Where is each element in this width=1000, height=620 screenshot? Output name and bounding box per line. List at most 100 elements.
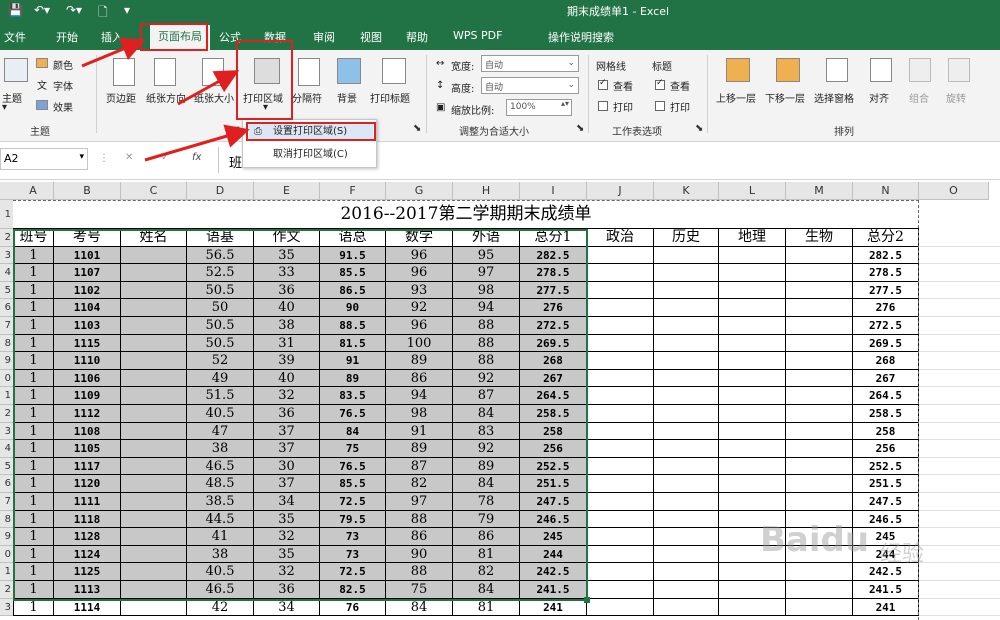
row-header[interactable]: 2 bbox=[0, 229, 13, 247]
table-cell[interactable]: 1120 bbox=[54, 475, 121, 493]
tab-6[interactable]: 审阅 bbox=[313, 29, 335, 45]
table-cell[interactable] bbox=[587, 563, 654, 581]
tab-9[interactable]: WPS PDF bbox=[453, 29, 502, 42]
table-cell[interactable]: 50.5 bbox=[187, 334, 254, 353]
quick-access-customize-icon[interactable]: ▾ bbox=[124, 3, 130, 17]
fonts-button[interactable]: 字体 bbox=[53, 78, 73, 93]
themes-chevron-icon[interactable]: ▾ bbox=[2, 102, 7, 113]
table-cell[interactable]: 79.5 bbox=[320, 510, 386, 529]
table-cell[interactable]: 258.5 bbox=[853, 405, 919, 423]
table-cell[interactable] bbox=[719, 475, 786, 493]
table-cell[interactable]: 38.5 bbox=[187, 493, 254, 511]
table-cell[interactable]: 277.5 bbox=[853, 281, 919, 300]
table-cell[interactable]: 46.5 bbox=[187, 581, 254, 599]
column-header-F[interactable]: F bbox=[320, 182, 386, 200]
table-cell[interactable] bbox=[121, 528, 187, 546]
table-cell[interactable] bbox=[654, 440, 719, 458]
table-cell[interactable] bbox=[654, 422, 719, 441]
table-cell[interactable]: 96 bbox=[386, 264, 453, 282]
table-cell[interactable]: 75 bbox=[386, 581, 453, 599]
header-cell[interactable]: 姓名 bbox=[121, 229, 187, 247]
table-cell[interactable] bbox=[121, 493, 187, 511]
table-cell[interactable]: 1 bbox=[13, 545, 54, 564]
table-cell[interactable]: 276 bbox=[520, 299, 587, 317]
table-cell[interactable] bbox=[121, 475, 187, 493]
width-dropdown[interactable]: 自动 ⌄ bbox=[481, 55, 579, 72]
table-cell[interactable]: 278.5 bbox=[520, 264, 587, 282]
empty-cell[interactable] bbox=[919, 387, 1000, 405]
table-cell[interactable]: 79 bbox=[453, 510, 520, 529]
table-cell[interactable]: 278.5 bbox=[853, 264, 919, 282]
table-cell[interactable] bbox=[719, 387, 786, 405]
table-cell[interactable]: 252.5 bbox=[853, 457, 919, 476]
table-cell[interactable]: 1118 bbox=[54, 510, 121, 529]
tab-1[interactable]: 开始 bbox=[56, 29, 78, 45]
table-cell[interactable] bbox=[786, 369, 853, 388]
row-header[interactable]: 3 bbox=[0, 598, 13, 617]
row-header[interactable]: 6 bbox=[0, 475, 13, 493]
table-cell[interactable]: 93 bbox=[386, 281, 453, 300]
table-cell[interactable] bbox=[786, 334, 853, 353]
table-cell[interactable]: 89 bbox=[320, 369, 386, 388]
table-cell[interactable] bbox=[654, 563, 719, 581]
empty-cell[interactable] bbox=[919, 458, 1000, 476]
table-cell[interactable] bbox=[786, 493, 853, 511]
table-cell[interactable] bbox=[786, 457, 853, 476]
table-cell[interactable]: 242.5 bbox=[520, 563, 587, 581]
empty-cell[interactable] bbox=[919, 475, 1000, 493]
table-cell[interactable] bbox=[786, 246, 853, 265]
table-cell[interactable]: 1109 bbox=[54, 387, 121, 405]
header-cell[interactable]: 地理 bbox=[719, 229, 786, 247]
table-cell[interactable]: 92 bbox=[453, 440, 520, 458]
table-cell[interactable]: 40.5 bbox=[187, 563, 254, 581]
table-cell[interactable]: 36 bbox=[254, 581, 320, 599]
rotate-button[interactable]: 旋转 bbox=[946, 90, 966, 105]
table-cell[interactable] bbox=[121, 545, 187, 564]
table-cell[interactable]: 86 bbox=[453, 528, 520, 546]
table-cell[interactable]: 84 bbox=[453, 405, 520, 423]
table-cell[interactable]: 241 bbox=[853, 598, 919, 617]
sheet-options-launcher-icon[interactable]: ⬊ bbox=[695, 123, 703, 134]
table-cell[interactable]: 85.5 bbox=[320, 475, 386, 493]
table-cell[interactable]: 91 bbox=[320, 352, 386, 370]
header-cell[interactable]: 语基 bbox=[187, 229, 254, 247]
table-cell[interactable]: 37 bbox=[254, 422, 320, 441]
table-cell[interactable]: 1110 bbox=[54, 352, 121, 370]
table-cell[interactable] bbox=[719, 422, 786, 441]
table-cell[interactable] bbox=[121, 369, 187, 388]
table-cell[interactable] bbox=[719, 317, 786, 335]
align-button[interactable]: 对齐 bbox=[869, 90, 889, 105]
empty-cell[interactable] bbox=[919, 229, 1000, 247]
table-cell[interactable]: 251.5 bbox=[853, 475, 919, 493]
row-header[interactable]: 8 bbox=[0, 334, 13, 353]
send-backward-button[interactable]: 下移一层 bbox=[765, 90, 805, 105]
table-cell[interactable]: 272.5 bbox=[853, 317, 919, 335]
table-cell[interactable] bbox=[587, 334, 654, 353]
empty-cell[interactable] bbox=[919, 352, 1000, 370]
table-cell[interactable]: 269.5 bbox=[853, 334, 919, 353]
table-cell[interactable] bbox=[587, 440, 654, 458]
table-cell[interactable] bbox=[121, 405, 187, 423]
table-cell[interactable]: 35 bbox=[254, 246, 320, 265]
table-cell[interactable]: 88 bbox=[453, 317, 520, 335]
table-cell[interactable]: 89 bbox=[386, 440, 453, 458]
table-cell[interactable]: 1103 bbox=[54, 317, 121, 335]
table-cell[interactable] bbox=[719, 264, 786, 282]
table-cell[interactable]: 246.5 bbox=[520, 510, 587, 529]
table-cell[interactable] bbox=[719, 369, 786, 388]
table-cell[interactable]: 92 bbox=[386, 299, 453, 317]
row-header[interactable]: 4 bbox=[0, 440, 13, 458]
table-cell[interactable]: 244 bbox=[520, 545, 587, 564]
table-cell[interactable]: 73 bbox=[320, 545, 386, 564]
table-cell[interactable]: 82 bbox=[453, 563, 520, 581]
column-header-K[interactable]: K bbox=[654, 182, 719, 200]
empty-cell[interactable] bbox=[919, 440, 1000, 458]
tab-2[interactable]: 插入 bbox=[101, 29, 123, 45]
table-cell[interactable]: 37 bbox=[254, 475, 320, 493]
table-cell[interactable] bbox=[654, 528, 719, 546]
tab-8[interactable]: 帮助 bbox=[406, 29, 428, 45]
gridlines-print-checkbox[interactable] bbox=[598, 101, 608, 111]
row-header[interactable]: 4 bbox=[0, 264, 13, 282]
table-cell[interactable]: 1101 bbox=[54, 246, 121, 265]
table-cell[interactable]: 88 bbox=[386, 563, 453, 581]
